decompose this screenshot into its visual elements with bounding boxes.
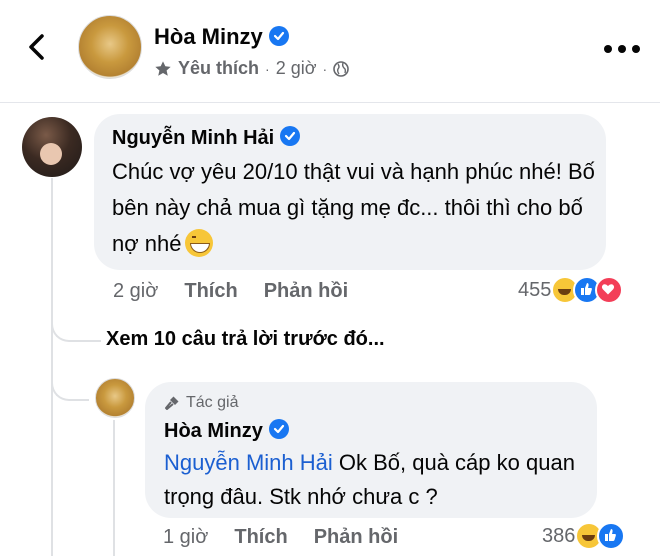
commenter-avatar[interactable] bbox=[22, 117, 82, 177]
favorite-badge[interactable]: Yêu thích bbox=[178, 58, 259, 79]
comment-author-name[interactable]: Nguyễn Minh Hải bbox=[112, 127, 274, 149]
more-options-button[interactable] bbox=[604, 34, 640, 64]
reply-text: Nguyễn Minh Hải Ok Bố, quà cáp ko quan t… bbox=[164, 446, 584, 514]
like-button[interactable]: Thích bbox=[234, 526, 287, 549]
reply-button[interactable]: Phản hồi bbox=[264, 280, 348, 303]
reply-author[interactable]: Hòa Minzy bbox=[164, 419, 289, 443]
reactions-summary[interactable]: 455 bbox=[518, 276, 624, 304]
thread-line bbox=[113, 420, 115, 556]
header-divider bbox=[0, 102, 660, 103]
author-badge: Tác giả bbox=[164, 394, 238, 412]
dot-icon bbox=[632, 45, 640, 53]
reactions-summary[interactable]: 386 bbox=[542, 522, 626, 550]
reply-author-avatar[interactable] bbox=[95, 378, 135, 418]
reply-button[interactable]: Phản hồi bbox=[314, 526, 398, 549]
post-header: Hòa Minzy Yêu thích · 2 giờ · bbox=[0, 0, 660, 102]
globe-icon bbox=[333, 60, 349, 77]
love-reaction-icon bbox=[595, 276, 624, 304]
post-meta: Yêu thích · 2 giờ · bbox=[154, 58, 349, 79]
verified-icon bbox=[268, 26, 289, 46]
reply-actions: 1 giờ Thích Phản hồi bbox=[163, 526, 398, 549]
comment-text: Chúc vợ yêu 20/10 thật vui và hạnh phúc … bbox=[112, 154, 602, 262]
mention-link[interactable]: Nguyễn Minh Hải bbox=[164, 450, 333, 475]
like-reaction-icon bbox=[597, 522, 626, 550]
thread-connector bbox=[51, 300, 101, 342]
grinning-emoji-icon bbox=[185, 229, 214, 257]
thread-connector bbox=[51, 355, 89, 401]
comment-text-content: Chúc vợ yêu 20/10 thật vui và hạnh phúc … bbox=[112, 159, 595, 256]
author-name-text[interactable]: Hòa Minzy bbox=[154, 24, 263, 49]
verified-icon bbox=[268, 419, 289, 439]
reaction-count[interactable]: 455 bbox=[518, 279, 551, 302]
microphone-icon bbox=[165, 396, 179, 410]
reaction-count[interactable]: 386 bbox=[542, 525, 575, 548]
separator-dot: · bbox=[265, 60, 270, 77]
dot-icon bbox=[618, 45, 626, 53]
author-avatar[interactable] bbox=[78, 15, 142, 79]
comment-actions: 2 giờ Thích Phản hồi bbox=[113, 280, 348, 303]
back-button[interactable] bbox=[22, 32, 52, 62]
separator-dot: · bbox=[322, 60, 328, 77]
reply-time[interactable]: 1 giờ bbox=[163, 526, 208, 549]
author-name[interactable]: Hòa Minzy bbox=[154, 24, 289, 50]
comment-author[interactable]: Nguyễn Minh Hải bbox=[112, 126, 301, 150]
view-previous-replies-link[interactable]: Xem 10 câu trả lời trước đó... bbox=[106, 328, 385, 351]
chevron-left-icon bbox=[29, 34, 44, 60]
verified-icon bbox=[280, 126, 301, 146]
author-badge-label: Tác giả bbox=[186, 394, 239, 411]
star-icon bbox=[155, 60, 171, 76]
dot-icon bbox=[604, 45, 612, 53]
avatar-face bbox=[40, 143, 62, 165]
reply-author-name[interactable]: Hòa Minzy bbox=[164, 420, 263, 442]
post-time[interactable]: 2 giờ bbox=[276, 58, 317, 79]
like-button[interactable]: Thích bbox=[184, 280, 237, 303]
comment-time[interactable]: 2 giờ bbox=[113, 280, 158, 303]
